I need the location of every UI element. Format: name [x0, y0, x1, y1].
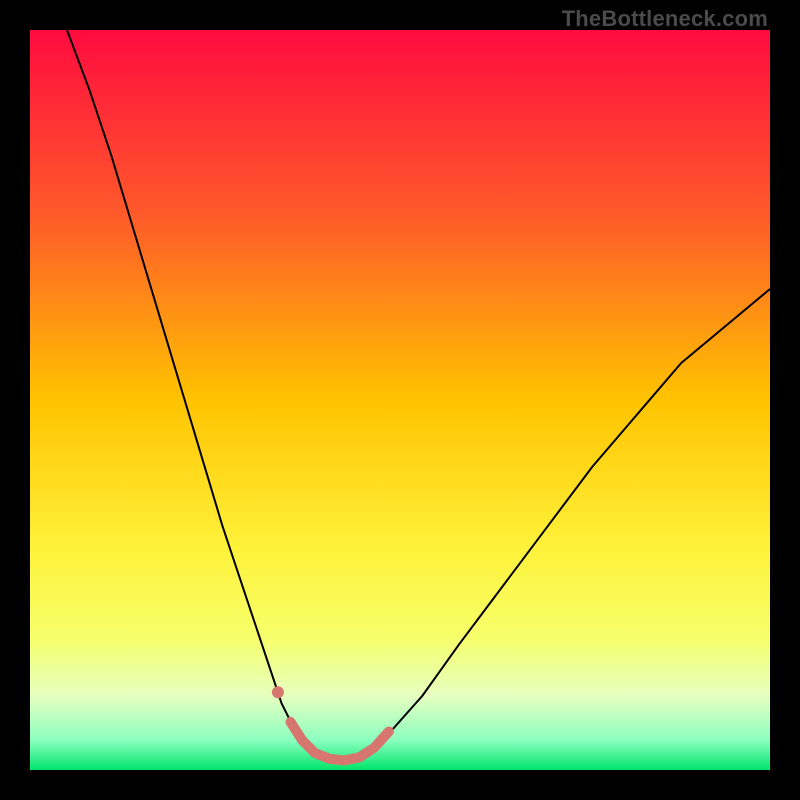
chart-frame [30, 30, 770, 770]
watermark-text: TheBottleneck.com [562, 6, 768, 32]
gradient-background [30, 30, 770, 770]
marker-highlight-dot [272, 686, 284, 698]
bottleneck-chart [30, 30, 770, 770]
marker-layer [272, 686, 284, 698]
